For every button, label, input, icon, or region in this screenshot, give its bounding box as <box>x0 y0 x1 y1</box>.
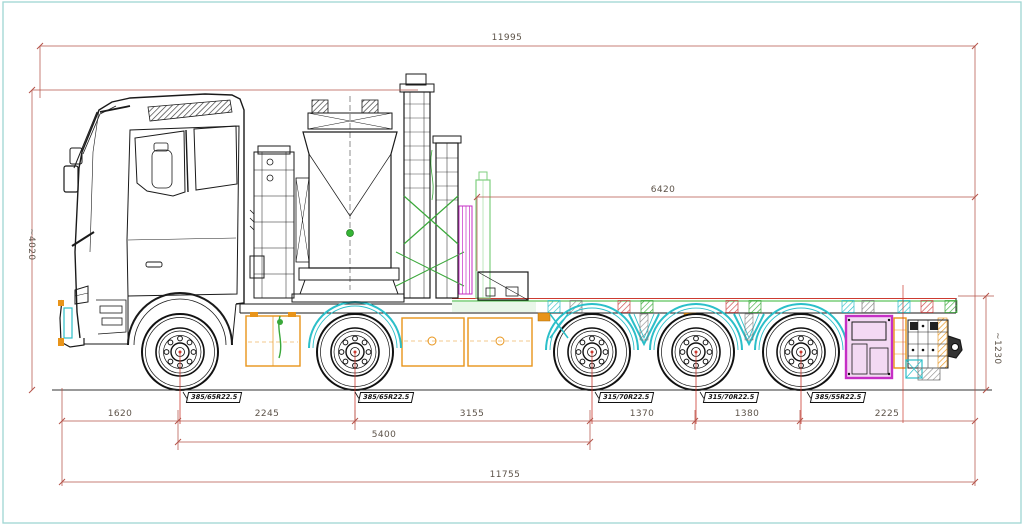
tire-label-axle4: 315/70R22.5 <box>702 392 760 403</box>
dim-axle4-axle5: 1380 <box>734 409 760 419</box>
dim-axle1-axle2: 2245 <box>254 409 280 419</box>
dim-axle1-axle3: 5400 <box>371 430 397 440</box>
tire-label-axle3: 315/70R22.5 <box>597 392 655 403</box>
dim-axle2-axle3: 3155 <box>459 409 485 419</box>
tire-label-axle1: 385/65R22.5 <box>185 392 243 403</box>
rear-equipment <box>844 314 963 381</box>
dim-overall-height: ~4020 <box>26 228 36 261</box>
dim-front-overhang: 1620 <box>107 409 133 419</box>
dim-overall-length-top: 11995 <box>491 33 523 43</box>
dim-rear-overhang: 2225 <box>874 409 900 419</box>
dim-rear-frame-height: ~1230 <box>992 332 1002 365</box>
dim-overall-length-bottom: 11755 <box>489 470 521 480</box>
truck-drawing <box>2 1 1022 524</box>
truck-cab <box>58 93 245 348</box>
tire-label-axle2: 385/65R22.5 <box>357 392 415 403</box>
cad-sheet: 11995 6420 ~4020 ~1230 1620 2245 3155 13… <box>0 0 1024 526</box>
dim-axle3-axle4: 1370 <box>629 409 655 419</box>
dim-mid-length: 6420 <box>650 185 676 195</box>
sheet-border <box>2 1 1022 524</box>
green-hose <box>277 315 283 359</box>
crane <box>291 73 529 303</box>
exhaust-stack <box>249 145 295 299</box>
tire-label-axle5: 385/55R22.5 <box>809 392 867 403</box>
